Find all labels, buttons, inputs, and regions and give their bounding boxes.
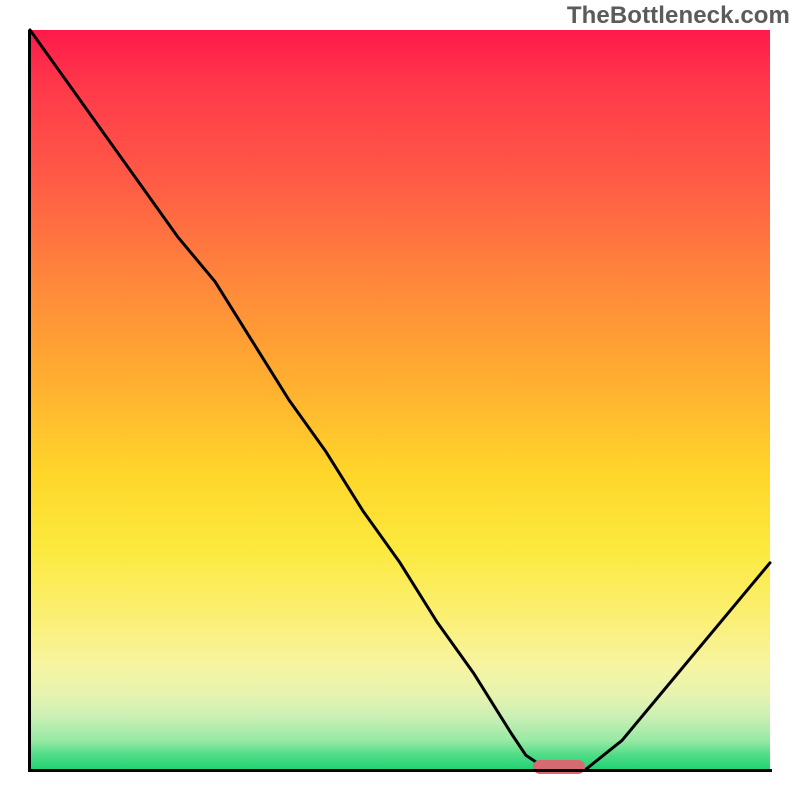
curve-layer	[30, 30, 770, 770]
y-axis-line	[28, 30, 31, 772]
bottleneck-curve-path	[30, 30, 770, 770]
x-axis-line	[28, 769, 772, 772]
bottleneck-chart: TheBottleneck.com	[0, 0, 800, 800]
plot-area	[30, 30, 770, 770]
watermark-text: TheBottleneck.com	[567, 2, 790, 30]
